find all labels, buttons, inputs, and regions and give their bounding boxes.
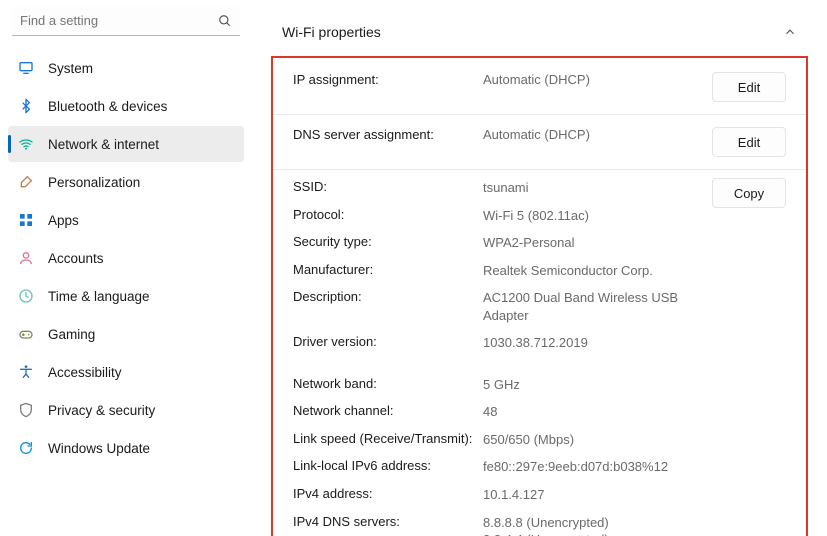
- search-input[interactable]: [12, 6, 240, 36]
- sidebar-item-apps[interactable]: Apps: [8, 202, 244, 238]
- ip-assignment-row: IP assignment: Automatic (DHCP) Edit: [273, 60, 806, 115]
- sidebar-item-label: Network & internet: [48, 137, 159, 152]
- system-icon: [18, 60, 34, 76]
- ip-assignment-label: IP assignment:: [293, 72, 483, 87]
- sidebar-item-bluetooth-devices[interactable]: Bluetooth & devices: [8, 88, 244, 124]
- property-row: Manufacturer:Realtek Semiconductor Corp.: [293, 257, 786, 285]
- property-label: Driver version:: [293, 334, 483, 349]
- nav-list: System Bluetooth & devices Network & inter…: [8, 50, 244, 466]
- property-value: 48: [483, 403, 786, 421]
- sidebar-item-label: Time & language: [48, 289, 150, 304]
- search-icon: [218, 14, 232, 28]
- panel-title: Wi-Fi properties: [282, 24, 381, 40]
- sidebar-item-personalization[interactable]: Personalization: [8, 164, 244, 200]
- a11y-icon: [18, 364, 34, 380]
- dns-assignment-label: DNS server assignment:: [293, 127, 483, 142]
- wifi-icon: [18, 136, 34, 152]
- property-value: 1030.38.712.2019: [483, 334, 786, 352]
- sidebar-item-network-internet[interactable]: Network & internet: [8, 126, 244, 162]
- sidebar-item-label: Accessibility: [48, 365, 122, 380]
- sidebar-item-label: Privacy & security: [48, 403, 155, 418]
- property-label: Security type:: [293, 234, 483, 249]
- bluetooth-icon: [18, 98, 34, 114]
- gaming-icon: [18, 326, 34, 342]
- property-value: AC1200 Dual Band Wireless USB Adapter: [483, 289, 786, 324]
- property-label: Link speed (Receive/Transmit):: [293, 431, 483, 446]
- brush-icon: [18, 174, 34, 190]
- sidebar-item-label: Gaming: [48, 327, 95, 342]
- dns-assignment-value: Automatic (DHCP): [483, 127, 712, 142]
- shield-icon: [18, 402, 34, 418]
- property-value: 5 GHz: [483, 376, 786, 394]
- sidebar-item-time-language[interactable]: Time & language: [8, 278, 244, 314]
- property-row: Description:AC1200 Dual Band Wireless US…: [293, 284, 786, 329]
- edit-dns-button[interactable]: Edit: [712, 127, 786, 157]
- property-row: Security type:WPA2-Personal: [293, 229, 786, 257]
- sidebar-item-accounts[interactable]: Accounts: [8, 240, 244, 276]
- property-label: Link-local IPv6 address:: [293, 458, 483, 473]
- edit-ip-button[interactable]: Edit: [712, 72, 786, 102]
- sidebar-item-system[interactable]: System: [8, 50, 244, 86]
- property-label: Manufacturer:: [293, 262, 483, 277]
- property-row: Network band:5 GHz: [293, 371, 786, 399]
- apps-icon: [18, 212, 34, 228]
- property-label: IPv4 address:: [293, 486, 483, 501]
- sidebar-item-windows-update[interactable]: Windows Update: [8, 430, 244, 466]
- sidebar-item-label: Accounts: [48, 251, 104, 266]
- wifi-properties-header[interactable]: Wi-Fi properties: [270, 10, 809, 56]
- property-row: IPv4 DNS servers:8.8.8.8 (Unencrypted)8.…: [293, 509, 786, 536]
- search-field-wrap: [12, 6, 240, 36]
- sidebar-item-privacy-security[interactable]: Privacy & security: [8, 392, 244, 428]
- sidebar-item-label: Bluetooth & devices: [48, 99, 167, 114]
- chevron-up-icon: [783, 25, 797, 39]
- property-row: Network channel:48: [293, 398, 786, 426]
- wifi-properties-body: IP assignment: Automatic (DHCP) Edit DNS…: [271, 56, 808, 536]
- property-label: Network channel:: [293, 403, 483, 418]
- details-group-2: Network band:5 GHzNetwork channel:48Link…: [293, 371, 786, 536]
- sidebar: System Bluetooth & devices Network & inter…: [0, 0, 252, 536]
- clock-icon: [18, 288, 34, 304]
- sidebar-item-gaming[interactable]: Gaming: [8, 316, 244, 352]
- sidebar-item-label: Personalization: [48, 175, 140, 190]
- property-value: 10.1.4.127: [483, 486, 786, 504]
- sidebar-item-label: System: [48, 61, 93, 76]
- property-row: IPv4 address:10.1.4.127: [293, 481, 786, 509]
- property-value: Wi-Fi 5 (802.11ac): [483, 207, 786, 225]
- property-row: Link speed (Receive/Transmit):650/650 (M…: [293, 426, 786, 454]
- sidebar-item-accessibility[interactable]: Accessibility: [8, 354, 244, 390]
- account-icon: [18, 250, 34, 266]
- ip-assignment-value: Automatic (DHCP): [483, 72, 712, 87]
- property-value: fe80::297e:9eeb:d07d:b038%12: [483, 458, 786, 476]
- property-label: IPv4 DNS servers:: [293, 514, 483, 529]
- details-block: Copy SSID:tsunamiProtocol:Wi-Fi 5 (802.1…: [273, 170, 806, 536]
- property-value: WPA2-Personal: [483, 234, 786, 252]
- sidebar-item-label: Windows Update: [48, 441, 150, 456]
- copy-button[interactable]: Copy: [712, 178, 786, 208]
- property-label: Protocol:: [293, 207, 483, 222]
- property-label: SSID:: [293, 179, 483, 194]
- update-icon: [18, 440, 34, 456]
- main-content: Wi-Fi properties IP assignment: Automati…: [252, 0, 827, 536]
- property-value: Realtek Semiconductor Corp.: [483, 262, 786, 280]
- property-row: Driver version:1030.38.712.2019: [293, 329, 786, 357]
- dns-assignment-row: DNS server assignment: Automatic (DHCP) …: [273, 115, 806, 170]
- property-label: Description:: [293, 289, 483, 304]
- sidebar-item-label: Apps: [48, 213, 79, 228]
- property-value: 8.8.8.8 (Unencrypted)8.8.4.4 (Unencrypte…: [483, 514, 786, 536]
- property-label: Network band:: [293, 376, 483, 391]
- property-row: Link-local IPv6 address:fe80::297e:9eeb:…: [293, 453, 786, 481]
- property-value: 650/650 (Mbps): [483, 431, 786, 449]
